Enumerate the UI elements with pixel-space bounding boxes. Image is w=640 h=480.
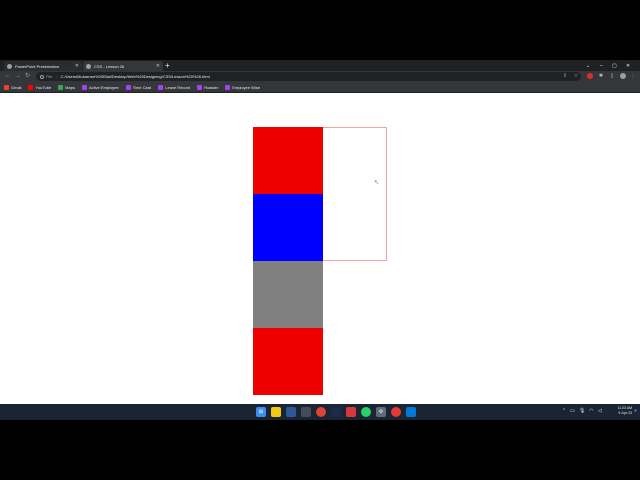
chrome-icon[interactable] (316, 407, 326, 417)
employee-icon (81, 84, 87, 90)
tab-title: CSS - Lesson 26 (94, 63, 125, 69)
extensions-puzzle-icon[interactable]: ✱ (598, 73, 604, 79)
site-info[interactable]: File (40, 74, 52, 79)
blue-box (253, 194, 323, 261)
bookmark-youtube[interactable]: YouTube (28, 84, 52, 90)
start-icon[interactable]: ⊞ (256, 407, 266, 417)
roaster-icon (197, 84, 203, 90)
forward-icon[interactable]: → (15, 72, 21, 81)
chevron-down-icon[interactable]: ⌄ (586, 61, 590, 71)
bookmark-employee-wise[interactable]: Employee Wise (225, 84, 260, 90)
back-icon[interactable]: ← (5, 72, 11, 81)
reload-icon[interactable]: ↻ (25, 72, 30, 81)
gmail-icon (4, 84, 9, 90)
bookmark-active-employee[interactable]: Active Employee (81, 84, 119, 90)
notifications-icon[interactable]: ● (634, 408, 637, 414)
maximize-icon[interactable]: ▢ (612, 61, 617, 71)
file-explorer-icon[interactable] (271, 407, 281, 417)
tab-strip: PowerPoint Presentation ✕ CSS - Lesson 2… (0, 60, 640, 71)
microphone-icon[interactable]: 🎙 (579, 408, 585, 414)
profile-avatar-icon[interactable] (620, 73, 626, 79)
mouse-cursor-icon: ↖ (374, 180, 380, 186)
maps-icon (58, 84, 64, 90)
menu-icon[interactable]: ⋮ (630, 73, 636, 79)
settings-icon[interactable]: ⚙ (376, 407, 386, 417)
close-window-icon[interactable]: ✕ (626, 61, 630, 71)
bookmark-gmail[interactable]: Gmail (4, 84, 22, 90)
minimize-icon[interactable]: – (600, 61, 603, 71)
address-url: C:/Users/Mukarram%20Bilal/Desktop/Web%20… (60, 74, 210, 79)
tab-title: PowerPoint Presentation (15, 63, 60, 69)
address-bar[interactable]: File | C:/Users/Mukarram%20Bilal/Desktop… (36, 72, 581, 81)
app-tray-icon[interactable]: ▭ (570, 408, 575, 414)
address-scheme: File (46, 74, 53, 79)
tray-chevron-up-icon[interactable]: ⌃ (562, 408, 566, 414)
leave-icon (158, 84, 164, 90)
bookmark-label: YouTube (35, 84, 52, 90)
bookmark-roaster[interactable]: Roaster (197, 84, 219, 90)
info-icon (40, 74, 44, 79)
extension-icon[interactable] (587, 73, 593, 79)
bookmark-label: Active Employee (88, 84, 119, 90)
system-clock[interactable]: 11:23 AM 9-Apr-23 (608, 406, 632, 416)
whatsapp-icon[interactable] (361, 407, 371, 417)
adobe-icon[interactable] (346, 407, 356, 417)
bookmark-label: Time Card (132, 84, 152, 90)
bookmark-label: Employee Wise (232, 84, 260, 90)
bookmark-leave-record[interactable]: Leave Record (158, 84, 191, 90)
timecard-icon (125, 84, 131, 90)
clock-date: 9-Apr-23 (618, 411, 632, 415)
youtube-icon (28, 84, 34, 90)
vscode-icon[interactable] (406, 407, 416, 417)
bookmark-time-card[interactable]: Time Card (125, 84, 152, 90)
close-tab-icon[interactable]: ✕ (156, 63, 160, 69)
red-box-2 (253, 328, 323, 395)
bookmark-maps[interactable]: Maps (58, 84, 75, 90)
bookmark-label: Maps (65, 84, 75, 90)
bookmark-label: Gmail (11, 84, 22, 90)
screen: PowerPoint Presentation ✕ CSS - Lesson 2… (0, 60, 640, 420)
calendar-icon[interactable] (286, 407, 296, 417)
close-tab-icon[interactable]: ✕ (75, 63, 79, 69)
tab-css-lesson[interactable]: CSS - Lesson 26 ✕ (83, 61, 163, 71)
share-icon[interactable]: ⇪ (562, 73, 568, 79)
gray-box (253, 261, 323, 328)
tab-powerpoint[interactable]: PowerPoint Presentation ✕ (4, 61, 82, 71)
page-viewport: ↖ (0, 93, 640, 404)
employee-wise-icon (225, 84, 231, 90)
bookmarks-bar: Gmail YouTube Maps Active Employee Time … (0, 82, 640, 93)
screen-recorder-icon[interactable] (391, 407, 401, 417)
side-panel-icon[interactable]: ▯ (609, 73, 615, 79)
bookmark-star-icon[interactable]: ☆ (573, 73, 579, 79)
bookmark-label: Leave Record (165, 84, 191, 90)
bookmark-label: Roaster (204, 84, 219, 90)
browser-toolbar: ← → ↻ File | C:/Users/Mukarram%20Bilal/D… (0, 71, 640, 82)
red-box-1 (253, 127, 323, 194)
windows-taskbar: ⊞ ⚙ ⌃ ▭ 🎙 ◠ ◁ 11:23 AM 9-Apr-23 ● (0, 404, 640, 420)
photoshop-icon[interactable] (331, 407, 341, 417)
tab-favicon-icon (86, 63, 91, 69)
wifi-icon[interactable]: ◠ (589, 408, 593, 414)
new-tab-button[interactable]: + (165, 61, 170, 71)
volume-icon[interactable]: ◁ (598, 408, 602, 414)
address-separator: | (56, 74, 58, 79)
tab-favicon-icon (7, 63, 12, 69)
store-icon[interactable] (301, 407, 311, 417)
